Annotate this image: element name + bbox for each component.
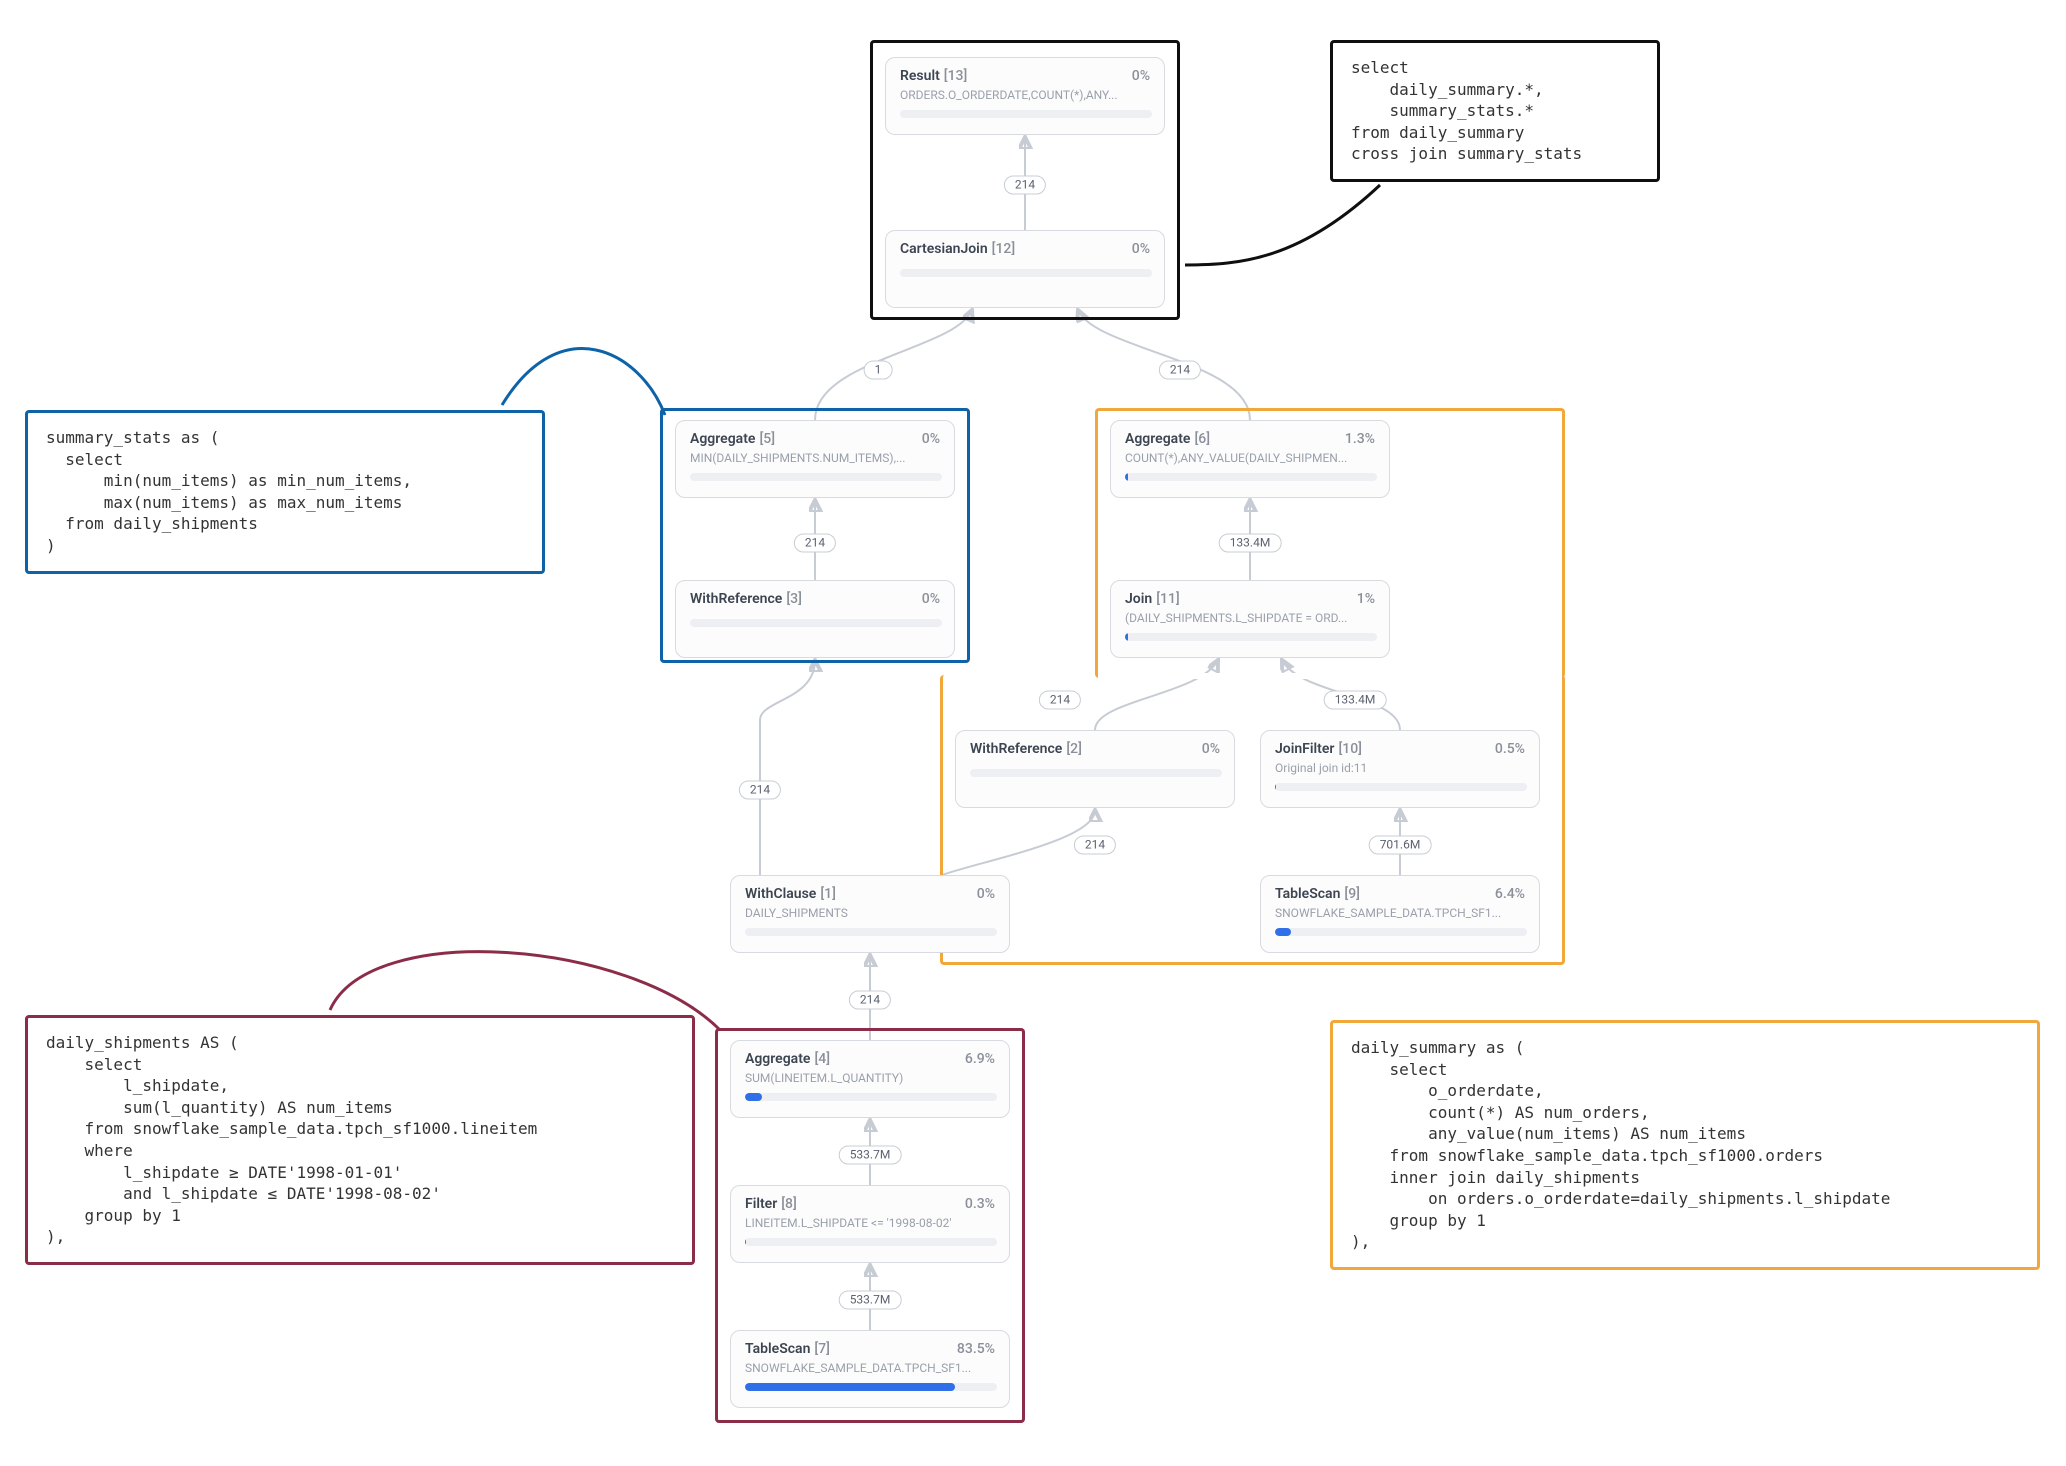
node-withclause-1[interactable]: WithClause[1]0% DAILY_SHIPMENTS xyxy=(730,875,1010,953)
edge-rows: 214 xyxy=(794,534,836,553)
node-cartesianjoin[interactable]: CartesianJoin[12]0% xyxy=(885,230,1165,308)
node-withreference-3[interactable]: WithReference[3]0% xyxy=(675,580,955,658)
node-joinfilter-10[interactable]: JoinFilter[10]0.5% Original join id:11 xyxy=(1260,730,1540,808)
code-summary-stats: summary_stats as ( select min(num_items)… xyxy=(25,410,545,574)
edge-rows: 133.4M xyxy=(1324,691,1387,710)
node-filter-8[interactable]: Filter[8]0.3% LINEITEM.L_SHIPDATE <= '19… xyxy=(730,1185,1010,1263)
node-aggregate-4[interactable]: Aggregate[4]6.9% SUM(LINEITEM.L_QUANTITY… xyxy=(730,1040,1010,1118)
edge-rows: 214 xyxy=(849,991,891,1010)
edge-rows: 1 xyxy=(864,361,893,380)
edge-rows: 214 xyxy=(1074,836,1116,855)
node-aggregate-5[interactable]: Aggregate[5]0% MIN(DAILY_SHIPMENTS.NUM_I… xyxy=(675,420,955,498)
node-aggregate-6[interactable]: Aggregate[6]1.3% COUNT(*),ANY_VALUE(DAIL… xyxy=(1110,420,1390,498)
node-tablescan-9[interactable]: TableScan[9]6.4% SNOWFLAKE_SAMPLE_DATA.T… xyxy=(1260,875,1540,953)
code-daily-summary: daily_summary as ( select o_orderdate, c… xyxy=(1330,1020,2040,1270)
code-top-select: select daily_summary.*, summary_stats.* … xyxy=(1330,40,1660,182)
edge-rows: 214 xyxy=(1039,691,1081,710)
node-join-11[interactable]: Join[11]1% (DAILY_SHIPMENTS.L_SHIPDATE =… xyxy=(1110,580,1390,658)
edge-rows: 533.7M xyxy=(839,1291,902,1310)
code-daily-shipments: daily_shipments AS ( select l_shipdate, … xyxy=(25,1015,695,1265)
node-withreference-2[interactable]: WithReference[2]0% xyxy=(955,730,1235,808)
edge-rows: 701.6M xyxy=(1369,836,1432,855)
edge-rows: 214 xyxy=(1004,176,1046,195)
edge-rows: 133.4M xyxy=(1219,534,1282,553)
node-result[interactable]: Result[13]0% ORDERS.O_ORDERDATE,COUNT(*)… xyxy=(885,57,1165,135)
node-tablescan-7[interactable]: TableScan[7]83.5% SNOWFLAKE_SAMPLE_DATA.… xyxy=(730,1330,1010,1408)
edge-rows: 214 xyxy=(739,781,781,800)
edge-rows: 533.7M xyxy=(839,1146,902,1165)
edge-rows: 214 xyxy=(1159,361,1201,380)
